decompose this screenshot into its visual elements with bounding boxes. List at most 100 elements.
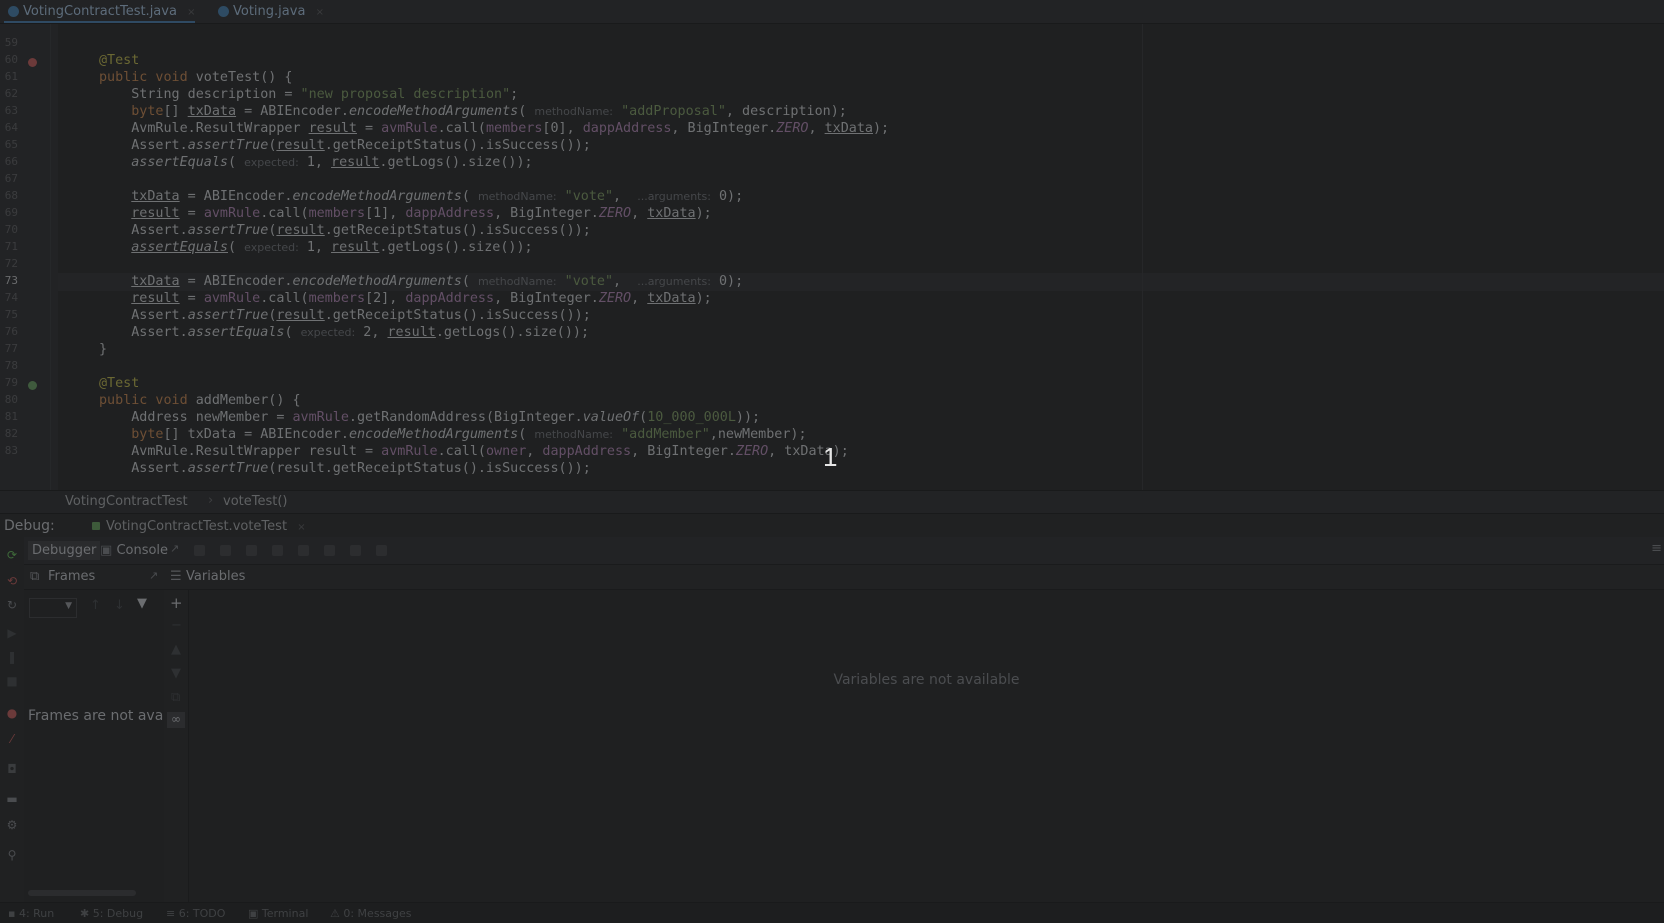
code-line[interactable]: public void addMember() {	[99, 393, 301, 408]
menu-icon[interactable]: ≡	[1651, 541, 1662, 556]
editor-tab-bar: VotingContractTest.java × Voting.java ×	[0, 0, 1664, 24]
close-icon[interactable]: ×	[316, 7, 324, 18]
add-watch-icon[interactable]: +	[170, 594, 183, 612]
frames-panel: ▼ ↑ ↓ ▼ Frames are not avail	[24, 590, 171, 902]
line-number: 66	[4, 155, 18, 168]
move-up-icon[interactable]: ▲	[171, 642, 181, 657]
refresh-icon[interactable]: ↻	[6, 599, 18, 611]
code-line[interactable]: Assert.assertTrue(result.getReceiptStatu…	[99, 308, 591, 323]
line-number: 83	[4, 444, 18, 457]
status-item[interactable]: ≡ 6: TODO	[166, 907, 225, 920]
pause-icon[interactable]: ❚	[6, 651, 18, 663]
up-arrow-icon[interactable]: ↑	[90, 598, 101, 613]
line-number: 76	[4, 325, 18, 338]
line-number: 77	[4, 342, 18, 355]
code-line[interactable]: Assert.assertTrue(result.getReceiptStatu…	[99, 138, 591, 153]
code-line[interactable]: AvmRule.ResultWrapper result = avmRule.c…	[99, 444, 849, 459]
code-line[interactable]: byte[] txData = ABIEncoder.encodeMethodA…	[99, 427, 806, 442]
debug-tool-window-header: Debug: VotingContractTest.voteTest ×	[0, 513, 1664, 538]
drop-frame-icon[interactable]	[324, 545, 335, 556]
code-line[interactable]: Assert.assertTrue(result.getReceiptStatu…	[99, 223, 591, 238]
evaluate-expression-icon[interactable]	[376, 545, 387, 556]
copy-icon[interactable]: ⧉	[171, 690, 180, 705]
line-number: 62	[4, 87, 18, 100]
gear-icon[interactable]: ⚙	[6, 819, 18, 831]
code-line[interactable]: Address newMember = avmRule.getRandomAdd…	[99, 410, 760, 425]
line-number: 61	[4, 70, 18, 83]
mute-breakpoints-icon[interactable]: ⁄	[6, 733, 18, 745]
variables-panel: Variables are not available	[189, 590, 1664, 902]
line-number: 60	[4, 53, 18, 66]
line-number: 59	[4, 36, 18, 49]
code-line[interactable]: byte[] txData = ABIEncoder.encodeMethodA…	[99, 104, 847, 119]
frames-empty-text: Frames are not avail	[28, 708, 172, 724]
run-to-cursor-icon[interactable]	[350, 545, 361, 556]
breadcrumb-class[interactable]: VotingContractTest	[65, 494, 188, 509]
debugger-toolbar: Debugger ▣ Console ↗ ≡	[24, 537, 1664, 565]
status-item[interactable]: ✱ 5: Debug	[80, 907, 143, 920]
line-number: 80	[4, 393, 18, 406]
console-icon: ▣	[100, 543, 113, 558]
code-line[interactable]: result = avmRule.call(members[2], dappAd…	[99, 291, 712, 306]
step-out-icon[interactable]	[298, 545, 309, 556]
run-config-icon	[92, 522, 100, 530]
frames-panel-header: ⧉ Frames ↗	[24, 565, 164, 590]
code-line[interactable]: assertEquals( expected: 1, result.getLog…	[99, 240, 532, 255]
restore-layout-icon[interactable]: ↗	[149, 569, 158, 582]
code-line[interactable]: AvmRule.ResultWrapper result = avmRule.c…	[99, 121, 889, 136]
run-test-gutter-icon[interactable]	[28, 381, 37, 390]
down-arrow-icon[interactable]: ↓	[114, 598, 125, 613]
right-margin-guide	[1142, 24, 1143, 490]
overlay-marker: 1	[823, 442, 838, 472]
layout-icon[interactable]: ▬	[6, 793, 18, 805]
tab-votingcontracttest[interactable]: VotingContractTest.java ×	[4, 0, 196, 23]
step-into-icon[interactable]	[246, 545, 257, 556]
code-line[interactable]: @Test	[99, 376, 139, 391]
code-line[interactable]: String description = "new proposal descr…	[99, 87, 518, 102]
debug-session-tab[interactable]: VotingContractTest.voteTest ×	[92, 519, 306, 534]
pin-icon[interactable]: ⚲	[6, 849, 18, 861]
filter-icon[interactable]: ▼	[137, 596, 147, 611]
view-breakpoints-icon[interactable]: ●	[6, 707, 18, 719]
resume-icon[interactable]: ▶	[6, 627, 18, 639]
status-item[interactable]: ▪ 4: Run	[8, 907, 54, 920]
status-item[interactable]: ⚠ 0: Messages	[330, 907, 412, 920]
variables-panel-header: ☰ Variables	[164, 565, 1664, 590]
status-item[interactable]: ▣ Terminal	[248, 907, 308, 920]
code-line[interactable]: Assert.assertTrue(result.getReceiptStatu…	[99, 461, 591, 476]
line-number: 82	[4, 427, 18, 440]
variables-icon: ☰	[170, 569, 182, 584]
remove-icon[interactable]: −	[171, 618, 182, 633]
tab-voting[interactable]: Voting.java ×	[214, 0, 324, 23]
camera-icon[interactable]: ◘	[6, 763, 18, 775]
show-watches-icon[interactable]: ∞	[167, 712, 185, 728]
tab-console[interactable]: ▣ Console	[96, 541, 172, 560]
move-down-icon[interactable]: ▼	[171, 666, 181, 681]
code-line[interactable]: Assert.assertEquals( expected: 2, result…	[99, 325, 589, 340]
rerun-failed-icon[interactable]: ⟲	[6, 575, 18, 587]
step-over-icon[interactable]	[220, 545, 231, 556]
horizontal-scrollbar[interactable]	[28, 890, 136, 896]
run-test-gutter-icon[interactable]	[28, 58, 37, 67]
code-line[interactable]: txData = ABIEncoder.encodeMethodArgument…	[99, 189, 743, 204]
debug-label: Debug:	[4, 518, 55, 534]
close-icon[interactable]: ×	[187, 7, 195, 18]
code-line[interactable]: public void voteTest() {	[99, 70, 293, 85]
code-line[interactable]: txData = ABIEncoder.encodeMethodArgument…	[99, 274, 743, 289]
code-editor[interactable]: 59 60 61 62 63 64 65 66 67 68 69 70 71 7…	[0, 24, 1664, 490]
code-line[interactable]: @Test	[99, 53, 139, 68]
breadcrumb-method[interactable]: voteTest()	[223, 494, 288, 509]
code-line[interactable]: }	[99, 342, 107, 357]
force-step-into-icon[interactable]	[272, 545, 283, 556]
tab-label: Voting.java	[233, 4, 306, 19]
code-line[interactable]: assertEquals( expected: 1, result.getLog…	[99, 155, 532, 170]
stop-icon[interactable]: ■	[6, 675, 18, 687]
rerun-icon[interactable]: ⟳	[6, 549, 18, 561]
tab-debugger[interactable]: Debugger	[28, 541, 101, 560]
thread-select[interactable]: ▼	[29, 598, 77, 618]
restore-layout-icon[interactable]: ↗	[170, 542, 179, 555]
line-number: 75	[4, 308, 18, 321]
code-line[interactable]: result = avmRule.call(members[1], dappAd…	[99, 206, 712, 221]
show-execution-point-icon[interactable]	[194, 545, 205, 556]
close-icon[interactable]: ×	[297, 522, 305, 533]
